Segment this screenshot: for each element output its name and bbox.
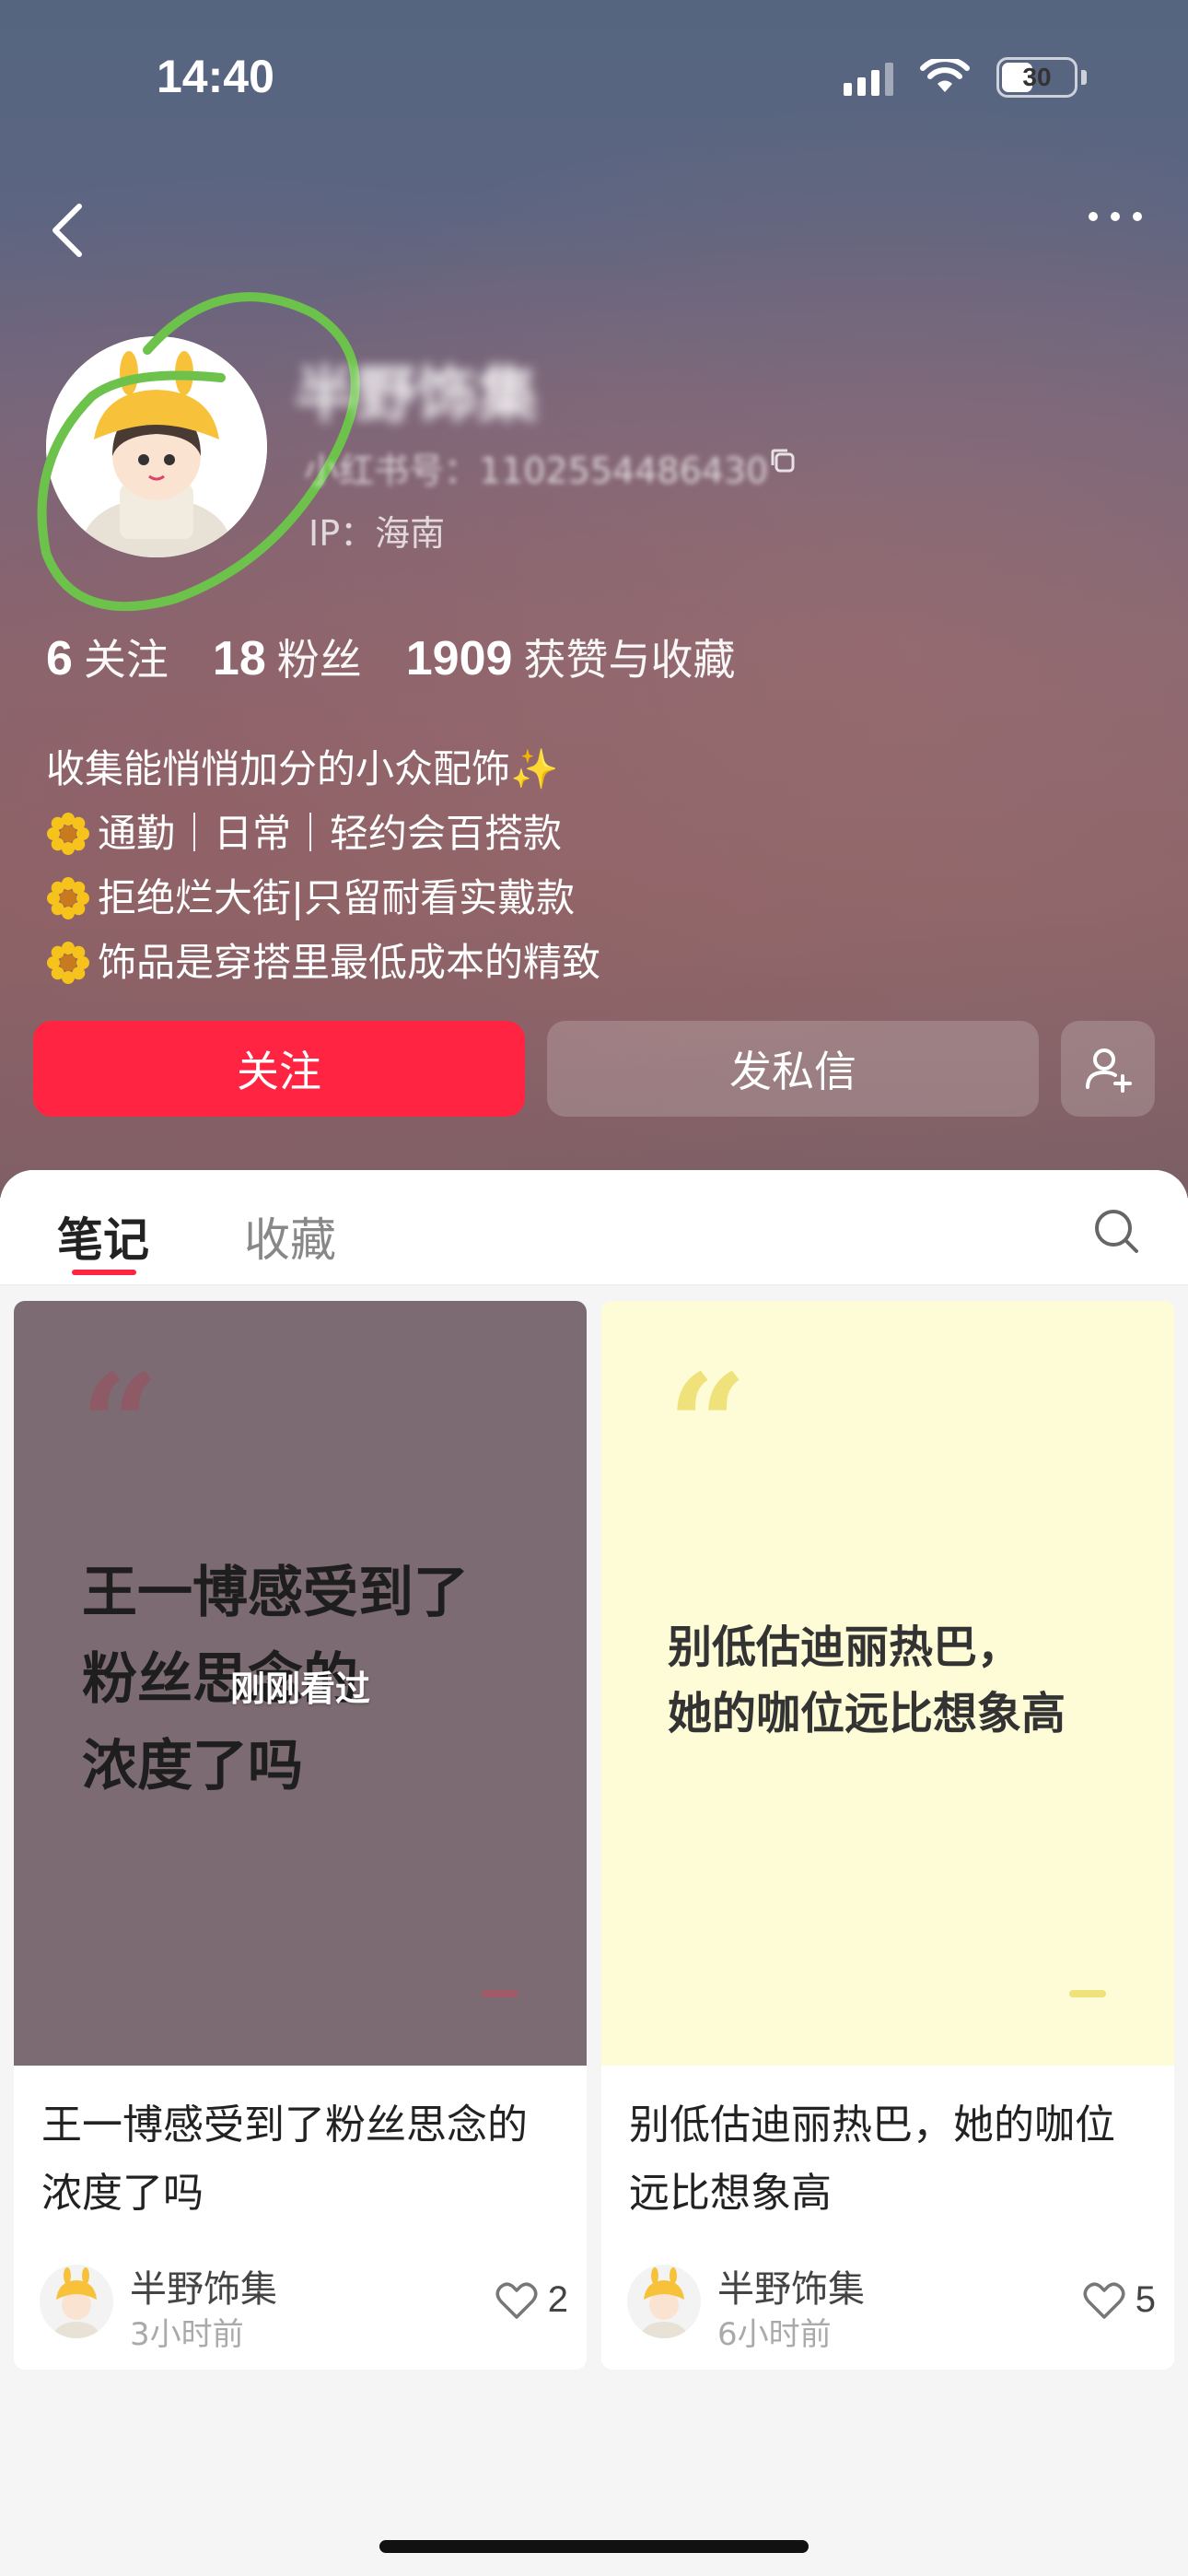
stat-followers[interactable]: 18 粉丝 <box>213 626 362 687</box>
status-indicators: 30 <box>844 57 1087 98</box>
like-button[interactable]: 5 <box>1082 2279 1156 2321</box>
bio-line: 拒绝烂大街|只留耐看实戴款 <box>46 866 600 931</box>
sun-emoji-icon <box>47 813 89 855</box>
quote-mark-icon: “ <box>80 1344 160 1506</box>
send-message-button[interactable]: 发私信 <box>547 1021 1039 1117</box>
bio-line: 通勤｜日常｜轻约会百搭款 <box>46 802 600 866</box>
author-avatar[interactable] <box>627 2265 701 2338</box>
sun-emoji-icon <box>47 877 89 919</box>
avatar-illustration <box>46 336 267 557</box>
status-time: 14:40 <box>157 51 274 102</box>
cover-dash <box>482 1990 518 1997</box>
profile-stats: 6 关注 18 粉丝 1909 获赞与收藏 <box>46 626 735 687</box>
author-name[interactable]: 半野饰集 <box>130 2259 277 2313</box>
tab-notes[interactable]: 笔记 <box>57 1203 149 1270</box>
heart-icon <box>1083 2282 1125 2319</box>
note-footer: 半野饰集 6小时前 5 <box>627 2259 1156 2353</box>
profile-tabs: 笔记 收藏 <box>0 1170 1188 1285</box>
more-button[interactable] <box>1089 212 1142 221</box>
home-indicator[interactable] <box>379 2540 809 2553</box>
add-friend-icon <box>1086 1048 1132 1093</box>
content-panel: 笔记 收藏 “ 王一博感受到了 粉丝思念的 浓度了吗 刚刚看过 王一博感受到了粉… <box>0 1170 1188 2576</box>
copy-icon[interactable] <box>769 447 798 476</box>
sun-emoji-icon <box>47 942 89 984</box>
note-title: 别低估迪丽热巴，她的咖位远比想象高 <box>629 2102 1115 2217</box>
recently-viewed-badge: 刚刚看过 <box>229 1669 370 1709</box>
stat-following[interactable]: 6 关注 <box>46 626 169 687</box>
author-name[interactable]: 半野饰集 <box>717 2259 865 2313</box>
add-friend-button[interactable] <box>1061 1021 1155 1117</box>
heart-icon <box>495 2282 538 2319</box>
battery-tip <box>1081 70 1087 85</box>
profile-ip-location: IP：海南 <box>309 513 446 554</box>
profile-name: 半野饰集 <box>295 359 538 430</box>
bio-line: 收集能悄悄加分的小众配饰✨ <box>46 746 559 791</box>
like-count: 5 <box>1135 2279 1156 2320</box>
quote-mark-icon: “ <box>668 1344 748 1506</box>
battery-icon: 30 <box>996 57 1077 98</box>
cellular-signal-icon <box>844 59 893 96</box>
profile-id: 小红书号：1102554486430 <box>304 451 769 491</box>
follow-button[interactable]: 关注 <box>33 1021 525 1117</box>
post-time: 6小时前 <box>717 2316 832 2353</box>
back-button[interactable] <box>42 193 98 267</box>
author-avatar[interactable] <box>40 2265 113 2338</box>
search-icon[interactable] <box>1090 1205 1142 1257</box>
like-button[interactable]: 2 <box>495 2279 568 2321</box>
profile-avatar[interactable] <box>46 336 267 557</box>
note-cover: “ 王一博感受到了 粉丝思念的 浓度了吗 刚刚看过 <box>14 1301 587 2066</box>
more-icon <box>1089 212 1098 221</box>
note-card[interactable]: “ 别低估迪丽热巴， 她的咖位远比想象高 别低估迪丽热巴，她的咖位远比想象高 半… <box>601 1301 1174 2370</box>
note-card[interactable]: “ 王一博感受到了 粉丝思念的 浓度了吗 刚刚看过 王一博感受到了粉丝思念的浓度… <box>14 1301 587 2370</box>
like-count: 2 <box>547 2279 568 2320</box>
note-cover: “ 别低估迪丽热巴， 她的咖位远比想象高 <box>601 1301 1174 2066</box>
bio-line: 饰品是穿搭里最低成本的精致 <box>46 931 600 995</box>
post-time: 3小时前 <box>130 2316 244 2353</box>
stat-likes-collects[interactable]: 1909 获赞与收藏 <box>406 626 736 687</box>
cover-text: 别低估迪丽热巴， 她的咖位远比想象高 <box>668 1622 1066 1739</box>
back-arrow-icon <box>52 204 82 257</box>
profile-bio: 收集能悄悄加分的小众配饰✨ 通勤｜日常｜轻约会百搭款 拒绝烂大街|只留耐看实戴款… <box>46 737 600 995</box>
battery-level: 30 <box>1022 63 1052 91</box>
note-footer: 半野饰集 3小时前 2 <box>40 2259 568 2353</box>
wifi-icon <box>919 59 971 96</box>
tab-collect[interactable]: 收藏 <box>244 1203 336 1270</box>
note-title: 王一博感受到了粉丝思念的浓度了吗 <box>41 2102 528 2217</box>
profile-header-background <box>0 0 1188 1198</box>
cover-dash <box>1069 1990 1106 1997</box>
active-tab-indicator <box>72 1270 136 1275</box>
